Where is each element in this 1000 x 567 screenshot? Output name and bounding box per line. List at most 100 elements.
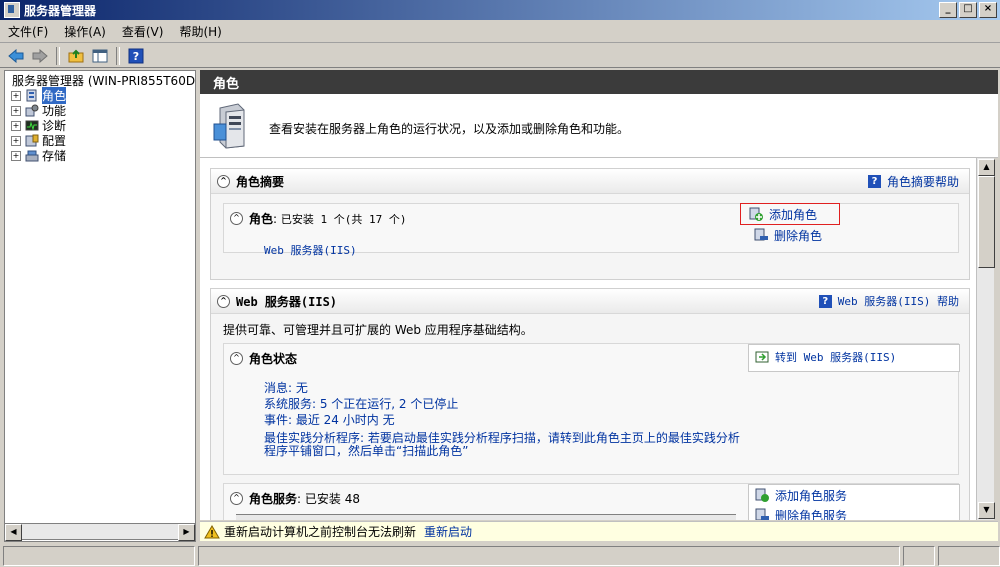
tree-item-configuration[interactable]: + 配置 <box>5 133 195 148</box>
goto-web-server-label: 转到 Web 服务器(IIS) <box>775 351 897 364</box>
collapse-icon[interactable]: ^ <box>230 212 243 225</box>
collapse-icon[interactable]: ^ <box>217 294 230 308</box>
scroll-up-button[interactable]: ▲ <box>978 159 995 176</box>
expand-icon[interactable]: + <box>11 120 21 131</box>
close-button[interactable]: × <box>979 2 997 18</box>
roles-summary-help-link[interactable]: ? 角色摘要帮助 <box>867 173 959 190</box>
role-services-table-header <box>236 514 736 520</box>
warning-bar: 重新启动计算机之前控制台无法刷新 重新启动 <box>200 521 998 541</box>
back-arrow-icon[interactable] <box>6 46 26 66</box>
goto-web-server-link[interactable]: 转到 Web 服务器(IIS) <box>749 347 959 367</box>
svg-text:?: ? <box>133 50 139 63</box>
scroll-right-button[interactable]: ▶ <box>178 524 195 541</box>
tree-item-features[interactable]: + 功能 <box>5 103 195 118</box>
role-services-header[interactable]: ^ 角色服务 : 已安装 48 <box>230 490 360 507</box>
status-panel <box>938 545 1000 566</box>
banner-text: 查看安装在服务器上角色的运行状况，以及添加或删除角色和功能。 <box>269 122 630 136</box>
role-status-actions: 转到 Web 服务器(IIS) <box>748 344 960 372</box>
web-server-section: ^ Web 服务器(IIS) ? Web 服务器(IIS) 帮助 提供可靠、可管… <box>210 288 970 520</box>
remove-roles-label: 删除角色 <box>774 228 823 243</box>
expand-icon[interactable]: + <box>11 105 21 116</box>
scroll-left-button[interactable]: ◀ <box>5 524 22 541</box>
toolbar-separator <box>56 46 60 65</box>
forward-arrow-icon[interactable] <box>30 46 50 66</box>
add-role-services-label: 添加角色服务 <box>775 488 848 503</box>
add-roles-icon <box>749 207 763 221</box>
warning-text: 重新启动计算机之前控制台无法刷新 <box>224 525 417 539</box>
help-link-label: Web 服务器(IIS) 帮助 <box>837 295 959 308</box>
help-icon[interactable]: ? <box>126 46 146 66</box>
menu-view[interactable]: 查看(V) <box>114 23 172 40</box>
tree-item-label: 存储 <box>42 149 67 163</box>
web-server-help-link[interactable]: ? Web 服务器(IIS) 帮助 <box>818 293 959 309</box>
menu-help[interactable]: 帮助(H) <box>171 23 229 40</box>
roles-subsection-header[interactable]: ^ 角色 : 已安装 1 个(共 17 个) <box>230 210 406 227</box>
roles-actions: 添加角色 删除角色 <box>740 203 958 250</box>
expand-icon[interactable]: + <box>11 135 21 146</box>
remove-role-services-link[interactable]: 删除角色服务 <box>749 505 959 520</box>
toolbar: ? <box>0 44 1000 68</box>
menu-file[interactable]: 文件(F) <box>0 23 56 40</box>
configuration-icon <box>25 134 39 147</box>
help-icon: ? <box>867 174 881 188</box>
status-panel <box>903 545 935 566</box>
expand-icon[interactable]: + <box>11 90 21 101</box>
role-status-title: 角色状态 <box>249 352 298 366</box>
window-title: 服务器管理器 <box>24 3 97 18</box>
restart-link[interactable]: 重新启动 <box>424 523 472 540</box>
roles-summary-header[interactable]: ^ 角色摘要 ? 角色摘要帮助 <box>211 169 969 194</box>
add-role-services-icon <box>755 488 769 502</box>
tree-item-roles[interactable]: + 角色 <box>5 87 195 104</box>
collapse-icon[interactable]: ^ <box>217 174 230 188</box>
status-panel <box>3 545 195 566</box>
status-events-link[interactable]: 事件: 最近 24 小时内 无 <box>264 412 740 428</box>
web-server-header[interactable]: ^ Web 服务器(IIS) ? Web 服务器(IIS) 帮助 <box>211 289 969 314</box>
add-roles-link[interactable]: 添加角色 <box>740 203 840 225</box>
role-services-actions: 添加角色服务 删除角色服务 <box>748 484 960 520</box>
roles-count: 已安装 1 个(共 17 个) <box>280 212 407 226</box>
pane-title: 角色 <box>200 70 998 94</box>
status-bar <box>0 544 1000 567</box>
diagnostics-icon <box>25 120 39 131</box>
web-server-description: 提供可靠、可管理并且可扩展的 Web 应用程序基础结构。 <box>223 323 533 337</box>
features-icon <box>25 104 39 117</box>
maximize-button[interactable]: □ <box>959 2 977 18</box>
installed-role-link[interactable]: Web 服务器(IIS) <box>264 242 357 258</box>
status-messages-link[interactable]: 消息: 无 <box>264 380 740 396</box>
remove-roles-link[interactable]: 删除角色 <box>748 225 958 245</box>
toolbar-separator <box>116 46 120 65</box>
title-bar: 服务器管理器 _ □ × <box>0 0 1000 20</box>
add-role-services-link[interactable]: 添加角色服务 <box>749 485 959 505</box>
status-services-link[interactable]: 系统服务: 5 个正在运行, 2 个已停止 <box>264 396 740 412</box>
role-services-count: 已安装 48 <box>304 492 360 506</box>
tree-root[interactable]: 服务器管理器 (WIN-PRI855T60D <box>5 71 195 88</box>
tree-horizontal-scrollbar[interactable]: ◀ ▶ <box>4 523 196 541</box>
section-title: Web 服务器(IIS) <box>236 294 338 309</box>
tree-item-storage[interactable]: + 存储 <box>5 148 195 163</box>
role-status-details: 消息: 无 系统服务: 5 个正在运行, 2 个已停止 事件: 最近 24 小时… <box>264 380 740 458</box>
menu-bar: 文件(F) 操作(A) 查看(V) 帮助(H) <box>0 21 1000 43</box>
roles-label: 角色 <box>249 212 274 226</box>
roles-summary-section: ^ 角色摘要 ? 角色摘要帮助 ^ 角色 : 已安装 1 个(共 17 个) W… <box>210 168 970 280</box>
collapse-icon[interactable]: ^ <box>230 352 243 365</box>
content-vertical-scrollbar[interactable]: ▲ ▼ <box>976 158 995 520</box>
expand-icon[interactable]: + <box>11 150 21 161</box>
tree-root-label: 服务器管理器 (WIN-PRI855T60D <box>12 74 196 88</box>
add-roles-label: 添加角色 <box>769 207 818 222</box>
server-roles-icon <box>213 103 245 149</box>
remove-role-services-label: 删除角色服务 <box>775 508 848 521</box>
menu-action[interactable]: 操作(A) <box>56 23 114 40</box>
status-bpa-link-line2[interactable]: 程序平铺窗口，然后单击“扫描此角色” <box>264 445 740 458</box>
scroll-down-button[interactable]: ▼ <box>978 502 995 519</box>
minimize-button[interactable]: _ <box>939 2 957 18</box>
role-status-subsection: ^ 角色状态 转到 Web 服务器(IIS) 消息: 无 系统服务: 5 个正在… <box>223 343 960 475</box>
scroll-thumb[interactable] <box>978 176 995 268</box>
role-status-header[interactable]: ^ 角色状态 <box>230 350 297 367</box>
tree-item-diagnostics[interactable]: + 诊断 <box>5 118 195 133</box>
help-link-label: 角色摘要帮助 <box>886 174 959 189</box>
up-folder-icon[interactable] <box>66 46 86 66</box>
collapse-icon[interactable]: ^ <box>230 492 243 505</box>
pane-content: ^ 角色摘要 ? 角色摘要帮助 ^ 角色 : 已安装 1 个(共 17 个) W… <box>200 158 976 520</box>
roles-subsection: ^ 角色 : 已安装 1 个(共 17 个) Web 服务器(IIS) 添加角色… <box>223 203 959 257</box>
show-hide-tree-icon[interactable] <box>90 46 110 66</box>
